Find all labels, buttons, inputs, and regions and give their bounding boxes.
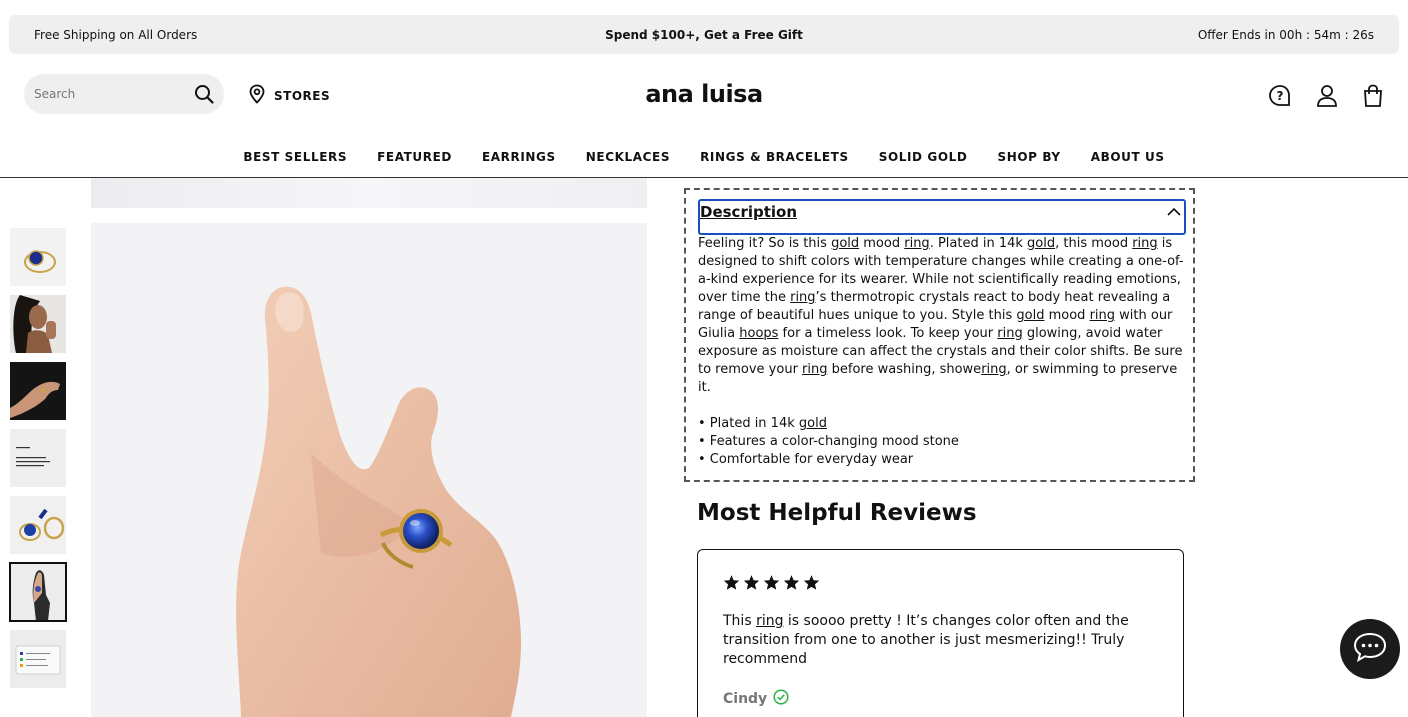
reviewer: Cindy (723, 689, 789, 709)
star-icon (723, 574, 740, 595)
chat-bubble-icon (1352, 631, 1388, 667)
feature-list: • Plated in 14k gold • Features a color-… (698, 415, 1190, 469)
thumbnail-model-portrait[interactable] (10, 295, 66, 353)
chevron-up-icon[interactable] (1166, 203, 1182, 222)
thumbnail-ring-product[interactable] (10, 228, 66, 286)
promo-bar: Free Shipping on All Orders Spend $100+,… (9, 15, 1399, 54)
thumbnail-ring-trio[interactable] (10, 496, 66, 554)
nav-item-best-sellers[interactable]: BEST SELLERS (243, 150, 347, 177)
keyword-link[interactable]: ring (904, 236, 929, 251)
nav-item-rings-bracelets[interactable]: RINGS & BRACELETS (700, 150, 849, 177)
previous-product-image (91, 178, 647, 208)
help-icon[interactable]: ? (1268, 84, 1292, 108)
description-panel: Description Feeling it? So is this gold … (684, 188, 1195, 482)
description-accordion-header[interactable]: Description (698, 199, 1186, 235)
keyword-link[interactable]: ring (790, 290, 815, 305)
svg-text:?: ? (1277, 89, 1284, 103)
account-icon[interactable] (1316, 84, 1338, 108)
nav-item-earrings[interactable]: EARRINGS (482, 150, 556, 177)
main-product-image[interactable] (91, 223, 647, 717)
star-icon (763, 574, 780, 595)
brand-logo[interactable]: ana luisa (0, 80, 1408, 108)
rating-stars (723, 574, 820, 595)
review-text: This ring is soooo pretty ! It’s changes… (723, 613, 1129, 667)
chat-button[interactable] (1340, 619, 1400, 679)
thumbnail-mood-chart[interactable] (10, 630, 66, 688)
review-card: This ring is soooo pretty ! It’s changes… (697, 549, 1184, 717)
verified-check-icon (773, 689, 789, 709)
reviewer-name: Cindy (723, 691, 768, 707)
description-paragraph: Feeling it? So is this gold mood ring. P… (698, 236, 1184, 395)
nav-item-necklaces[interactable]: NECKLACES (586, 150, 670, 177)
nav-item-featured[interactable]: FEATURED (377, 150, 452, 177)
promo-shipping: Free Shipping on All Orders (34, 27, 198, 42)
thumbnail-hand-ring-selected[interactable] (9, 562, 67, 622)
main-nav: BEST SELLERS FEATURED EARRINGS NECKLACES… (0, 140, 1408, 178)
thumbnail-gallery (9, 228, 67, 697)
keyword-link[interactable]: gold (799, 416, 827, 431)
thumbnail-hand-dark[interactable] (10, 362, 66, 420)
keyword-link[interactable]: ring (981, 362, 1006, 377)
promo-gift: Spend $100+, Get a Free Gift (605, 27, 803, 42)
keyword-link[interactable]: hoops (739, 326, 778, 341)
keyword-link[interactable]: gold (1016, 308, 1044, 323)
keyword-link[interactable]: ring (997, 326, 1022, 341)
keyword-link[interactable]: ring (1132, 236, 1157, 251)
reviews-heading: Most Helpful Reviews (697, 500, 977, 526)
feature-item: • Features a color-changing mood stone (698, 434, 959, 449)
nav-item-about-us[interactable]: ABOUT US (1091, 150, 1165, 177)
feature-item: • Comfortable for everyday wear (698, 452, 914, 467)
keyword-link[interactable]: gold (831, 236, 859, 251)
star-icon (803, 574, 820, 595)
nav-item-solid-gold[interactable]: SOLID GOLD (879, 150, 968, 177)
thumbnail-text-card[interactable] (10, 429, 66, 487)
keyword-link[interactable]: ring (802, 362, 827, 377)
keyword-link[interactable]: ring (756, 613, 783, 629)
bag-icon[interactable] (1362, 84, 1384, 108)
star-icon (743, 574, 760, 595)
feature-item: • Plated in 14k gold (698, 416, 827, 431)
site-header: STORES ana luisa ? (0, 54, 1408, 134)
keyword-link[interactable]: gold (1027, 236, 1055, 251)
description-title: Description (700, 203, 798, 221)
star-icon (783, 574, 800, 595)
keyword-link[interactable]: ring (1090, 308, 1115, 323)
nav-item-shop-by[interactable]: SHOP BY (997, 150, 1060, 177)
header-icons: ? (1268, 84, 1384, 108)
promo-countdown: Offer Ends in 00h : 54m : 26s (1197, 27, 1374, 42)
description-body: Feeling it? So is this gold mood ring. P… (698, 235, 1190, 469)
